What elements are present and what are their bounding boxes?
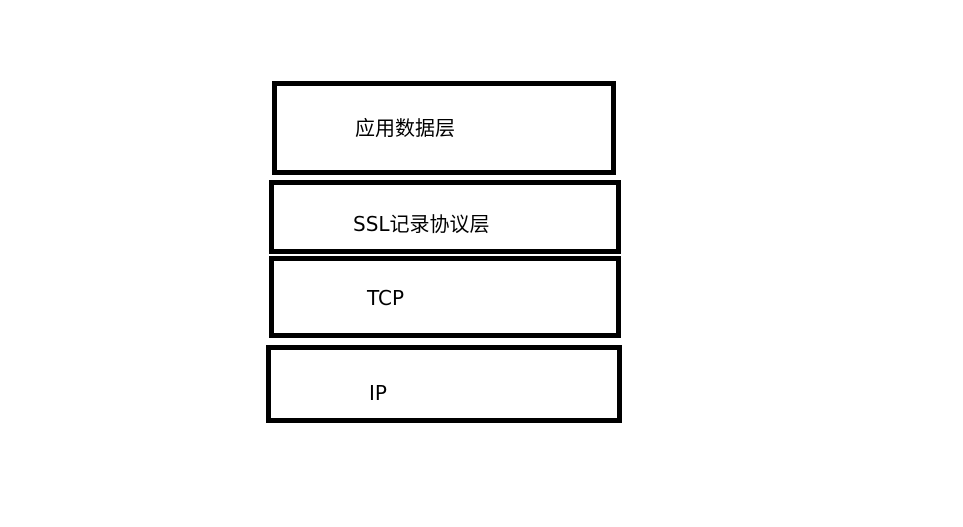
tcp-layer-label: TCP	[367, 286, 405, 310]
ip-layer-box: IP	[266, 345, 622, 423]
ip-layer-label: IP	[369, 381, 387, 405]
tcp-layer-box: TCP	[269, 256, 621, 338]
application-data-layer-box: 应用数据层	[272, 81, 616, 175]
application-data-layer-label: 应用数据层	[355, 116, 455, 140]
ssl-record-protocol-layer-box: SSL记录协议层	[269, 180, 621, 254]
ssl-record-protocol-layer-label: SSL记录协议层	[353, 212, 490, 236]
